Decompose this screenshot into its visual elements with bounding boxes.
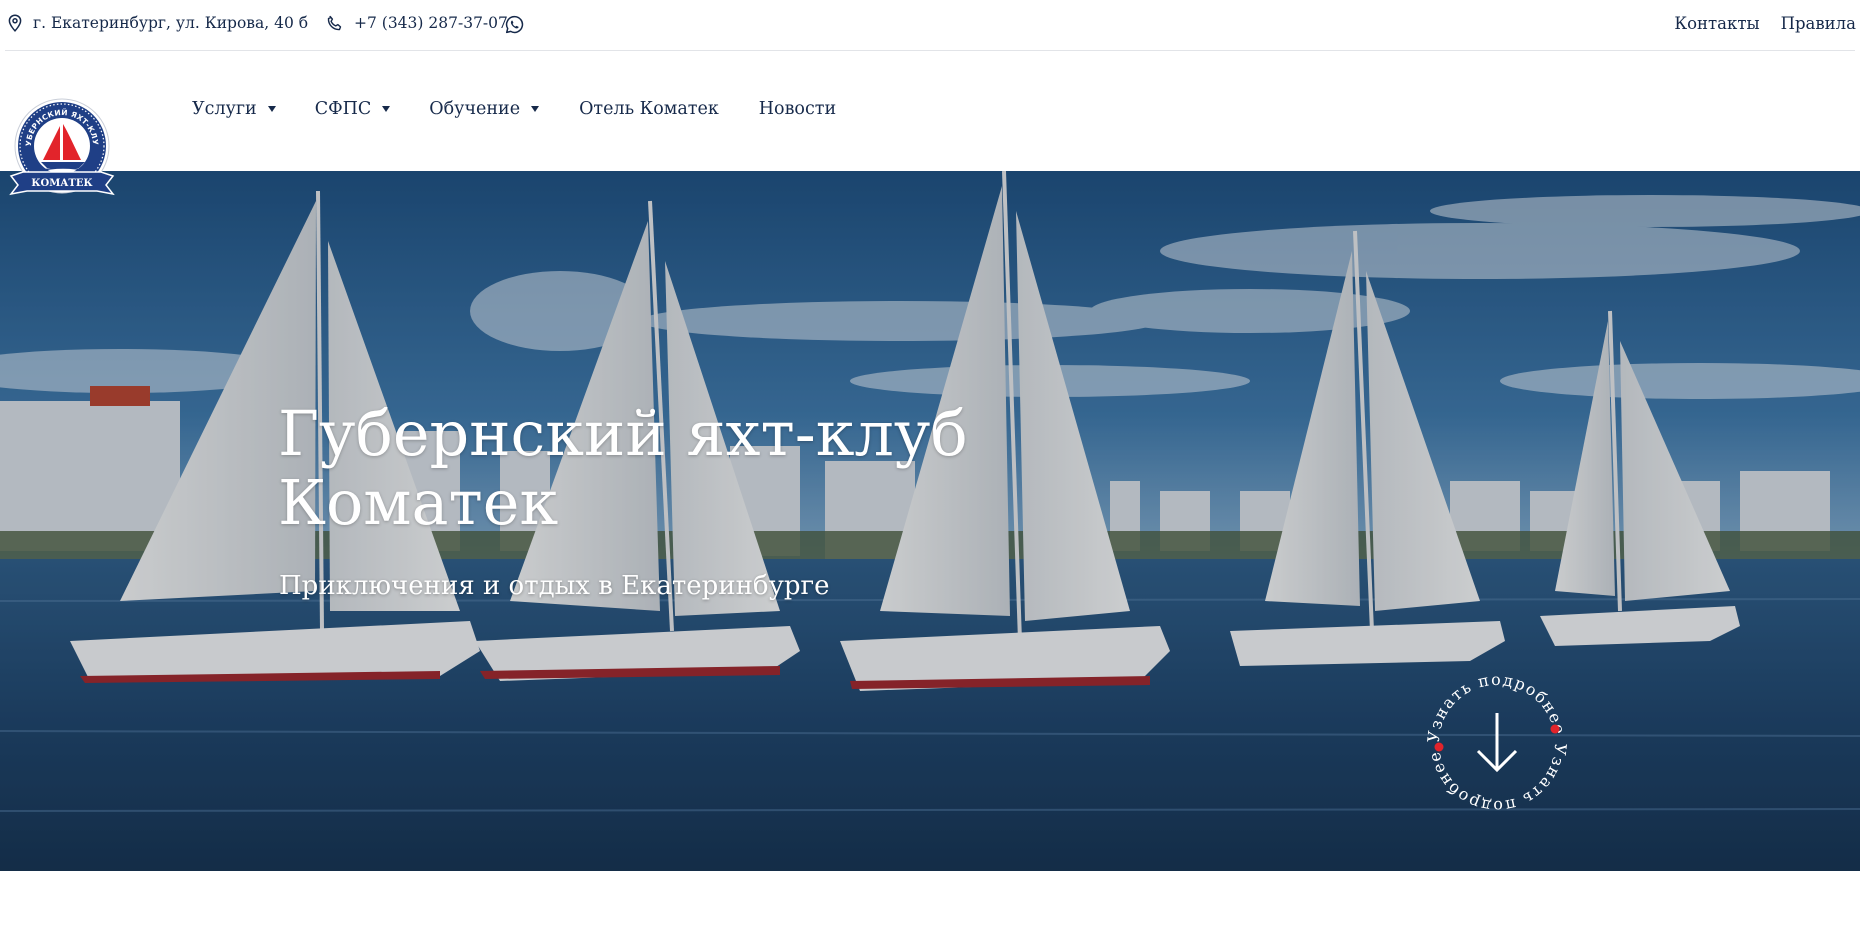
caret-down-icon[interactable]	[531, 106, 540, 112]
hero-title-line1: Губернский яхт-клуб	[278, 397, 968, 470]
nav-item-hotel[interactable]: Отель Коматек	[579, 99, 719, 119]
address-text: г. Екатеринбург, ул. Кирова, 40 б	[33, 14, 309, 32]
dot-accent	[1434, 742, 1444, 752]
top-bar: г. Екатеринбург, ул. Кирова, 40 б +7 (34…	[0, 0, 1860, 51]
nav-item-label[interactable]: СФПС	[315, 99, 372, 119]
dot-accent	[1550, 724, 1560, 734]
location-pin-icon	[7, 14, 33, 32]
nav-item-label[interactable]: Отель Коматек	[579, 99, 719, 119]
caret-down-icon[interactable]	[267, 106, 276, 112]
nav-item-label[interactable]: Услуги	[192, 99, 257, 119]
nav-item-news[interactable]: Новости	[759, 99, 836, 119]
main-nav: Услуги СФПС Обучение Отель Коматек Новос…	[192, 99, 836, 119]
rules-link[interactable]: Правила	[1781, 14, 1856, 33]
contacts-link[interactable]: Контакты	[1674, 14, 1759, 33]
svg-text:КОМАТЕК: КОМАТЕК	[31, 178, 92, 189]
nav-item-label[interactable]: Обучение	[429, 99, 520, 119]
nav-item-sfps[interactable]: СФПС	[315, 99, 391, 119]
hero-title-line2: Коматек	[278, 466, 559, 539]
nav-item-services[interactable]: Услуги	[192, 99, 276, 119]
top-links: Контакты Правила	[1674, 14, 1856, 33]
learn-more-button[interactable]: Узнать подробнее Узнать подробнее	[1417, 663, 1577, 823]
nav-item-label[interactable]: Новости	[759, 99, 836, 119]
whatsapp-icon[interactable]	[505, 15, 524, 38]
topbar-divider	[5, 50, 1855, 51]
hero-banner: Губернский яхт-клуб Коматек Приключения …	[0, 171, 1860, 871]
address-contact: г. Екатеринбург, ул. Кирова, 40 б	[7, 14, 308, 32]
arrow-down-icon	[1476, 713, 1518, 773]
phone-icon	[326, 15, 354, 32]
caret-down-icon[interactable]	[382, 106, 391, 112]
hero-title: Губернский яхт-клуб Коматек	[278, 399, 1038, 537]
hero-subtitle: Приключения и отдых в Екатеринбурге	[279, 571, 830, 601]
phone-contact[interactable]: +7 (343) 287-37-07	[326, 14, 508, 32]
nav-item-training[interactable]: Обучение	[429, 99, 540, 119]
club-logo[interactable]: ГУБЕРНСКИЙ ЯХТ-КЛУБ КОМАТЕК	[6, 87, 116, 202]
phone-number[interactable]: +7 (343) 287-37-07	[354, 14, 508, 32]
